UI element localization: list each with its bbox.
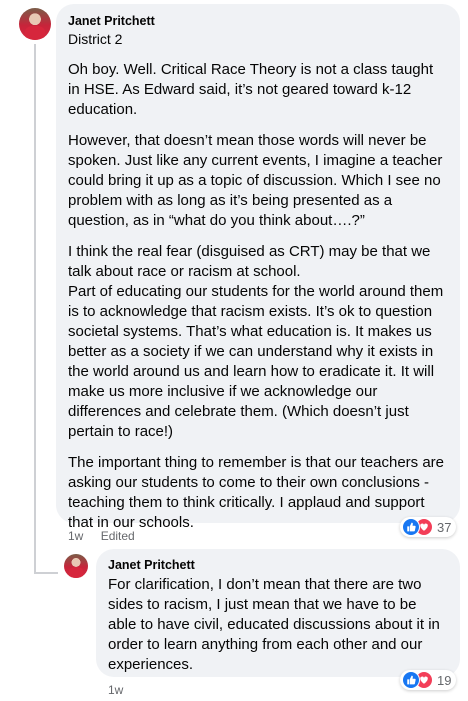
comment-bubble: Janet Pritchett District 2 Oh boy. Well.…	[56, 4, 460, 531]
author-badge: District 2	[68, 31, 123, 47]
comment-time[interactable]: 1w	[68, 529, 83, 543]
comment-paragraph: The important thing to remember is that …	[68, 454, 445, 531]
comment-paragraph: However, that doesn’t mean those words w…	[68, 132, 443, 229]
reply-time[interactable]: 1w	[108, 683, 123, 697]
like-icon	[402, 518, 420, 536]
thread-connector	[34, 572, 58, 574]
thread-line	[34, 44, 36, 574]
comment-body: Oh boy. Well. Critical Race Theory is no…	[68, 60, 448, 533]
edited-label[interactable]: Edited	[101, 529, 135, 543]
like-icon	[402, 671, 420, 689]
comment-paragraph: Part of educating our students for the w…	[68, 283, 444, 440]
comment-meta: 1w Edited	[68, 529, 149, 543]
reaction-count: 19	[437, 672, 452, 688]
reply-meta: 1w	[108, 683, 137, 697]
comment-author[interactable]: Janet Pritchett	[68, 13, 448, 29]
comment-reactions[interactable]: 37	[400, 517, 457, 537]
reply-reactions[interactable]: 19	[400, 670, 457, 690]
reply-author[interactable]: Janet Pritchett	[108, 557, 448, 573]
avatar[interactable]	[19, 8, 51, 40]
avatar[interactable]	[64, 554, 88, 578]
reaction-count: 37	[437, 519, 452, 535]
reply-body: For clarification, I don’t mean that the…	[108, 576, 440, 673]
comment-paragraph: Oh boy. Well. Critical Race Theory is no…	[68, 61, 434, 118]
reply-bubble: Janet Pritchett For clarification, I don…	[96, 549, 460, 677]
comment-paragraph: I think the real fear (disguised as CRT)…	[68, 243, 431, 280]
